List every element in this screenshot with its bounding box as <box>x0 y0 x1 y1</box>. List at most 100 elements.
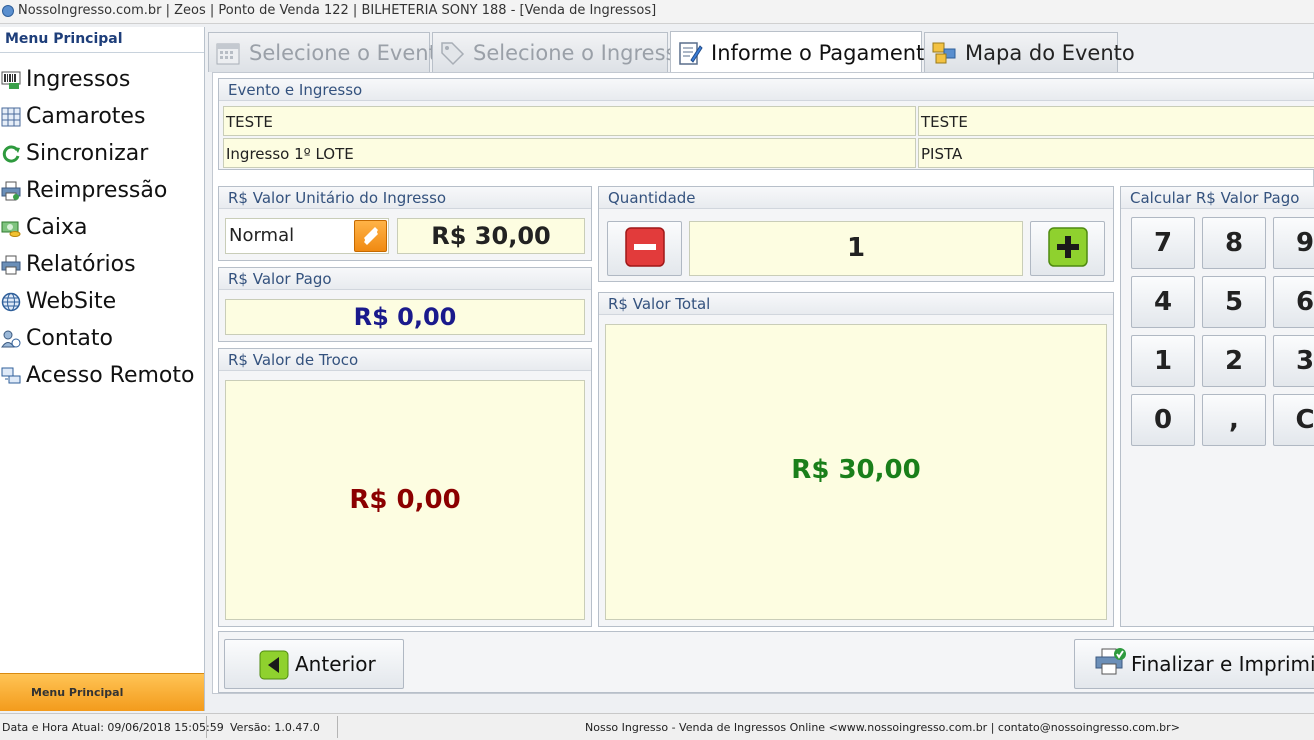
finalizar-imprimir-button[interactable]: Finalizar e Imprimir <box>1074 639 1314 689</box>
edit-document-icon <box>677 39 703 67</box>
sidebar-header: Menu Principal <box>0 27 204 53</box>
change-ticket-type-button[interactable] <box>354 220 387 252</box>
sidebar-item-label: Relatórios <box>26 252 136 277</box>
troco-amount: R$ 0,00 <box>349 485 461 515</box>
sync-icon <box>0 143 22 165</box>
cash-icon <box>0 217 22 239</box>
finalizar-label: Finalizar e Imprimir <box>1131 652 1314 676</box>
valor-unitario-group: R$ Valor Unitário do Ingresso Normal R$ … <box>218 186 592 261</box>
increase-quantity-button[interactable] <box>1030 221 1105 276</box>
keypad-key-6[interactable]: 6 <box>1273 276 1314 328</box>
keypad-key-8[interactable]: 8 <box>1202 217 1266 269</box>
sidebar-item-label: Caixa <box>26 215 88 240</box>
anterior-button[interactable]: Anterior <box>224 639 404 689</box>
group-title: R$ Valor de Troco <box>219 349 591 371</box>
group-title: Evento e Ingresso <box>219 79 1314 101</box>
sidebar-item-label: Reimpressão <box>26 178 168 203</box>
ticket-icon <box>0 69 22 91</box>
window-title-bar: NossoIngresso.com.br | Zeos | Ponto de V… <box>0 0 1314 24</box>
status-version: Versão: 1.0.47.0 <box>230 721 320 734</box>
ingresso-nome-field: Ingresso 1º LOTE <box>223 138 916 168</box>
ticket-orange-icon <box>360 223 382 249</box>
sidebar-item-label: Ingressos <box>26 67 131 92</box>
valor-pago-field[interactable]: R$ 0,00 <box>225 299 585 335</box>
sidebar-item-relatorios[interactable]: Relatórios <box>0 246 204 283</box>
app-globe-icon <box>2 5 14 17</box>
report-printer-icon <box>0 254 22 276</box>
valor-total-group: R$ Valor Total R$ 30,00 <box>598 292 1114 627</box>
sidebar-item-label: Sincronizar <box>26 141 149 166</box>
tab-selecione-evento[interactable]: Selecione o Evento <box>208 32 450 72</box>
keypad-key-5[interactable]: 5 <box>1202 276 1266 328</box>
group-title: R$ Valor Total <box>599 293 1113 315</box>
globe-icon <box>0 291 22 313</box>
action-bar: Anterior Finalizar e Imprimir <box>218 631 1314 693</box>
keypad-key-4[interactable]: 4 <box>1131 276 1195 328</box>
sidebar-item-reimpressao[interactable]: Reimpressão <box>0 172 204 209</box>
sidebar-item-camarotes[interactable]: Camarotes <box>0 98 204 135</box>
status-separator <box>206 716 207 738</box>
keypad-key-0[interactable]: 0 <box>1131 394 1195 446</box>
plus-icon <box>1047 226 1088 271</box>
grid-icon <box>0 106 22 128</box>
valor-total-amount: R$ 30,00 <box>791 455 921 485</box>
keypad-key-2[interactable]: 2 <box>1202 335 1266 387</box>
quantidade-group: Quantidade 1 <box>598 186 1114 282</box>
tab-label: Selecione o Evento <box>249 40 450 65</box>
keypad-key-comma[interactable]: , <box>1202 394 1266 446</box>
keypad-key-9[interactable]: 9 <box>1273 217 1314 269</box>
window-title: NossoIngresso.com.br | Zeos | Ponto de V… <box>18 3 657 18</box>
tab-label: Mapa do Evento <box>965 40 1135 65</box>
status-info: Nosso Ingresso - Venda de Ingressos Onli… <box>585 721 1180 734</box>
tab-selecione-ingresso[interactable]: Selecione o Ingresso <box>432 32 689 72</box>
ingresso-setor-field: PISTA <box>918 138 1314 168</box>
calendar-icon <box>215 39 241 67</box>
status-bar: Data e Hora Atual: 09/06/2018 15:05:59 V… <box>0 713 1314 740</box>
sidebar-item-label: Contato <box>26 326 113 351</box>
anterior-label: Anterior <box>295 652 376 676</box>
wizard-tabs: Selecione o Evento Selecione o Ingresso … <box>208 31 1135 74</box>
valor-unitario-field: R$ 30,00 <box>397 218 585 254</box>
sidebar-item-acesso-remoto[interactable]: Acesso Remoto <box>0 357 204 394</box>
printer-icon <box>0 180 22 202</box>
tab-label: Informe o Pagamento <box>711 40 938 65</box>
sidebar-item-label: WebSite <box>26 289 117 314</box>
tab-label: Selecione o Ingresso <box>473 40 690 65</box>
keypad-key-clear[interactable]: C <box>1273 394 1314 446</box>
contact-icon <box>0 328 22 350</box>
sidebar-item-website[interactable]: WebSite <box>0 283 204 320</box>
sidebar-item-contato[interactable]: Contato <box>0 320 204 357</box>
group-title: Quantidade <box>599 187 1113 209</box>
status-separator <box>337 716 338 738</box>
group-title: Calcular R$ Valor Pago <box>1121 187 1314 209</box>
tag-icon <box>439 39 465 67</box>
keypad-key-1[interactable]: 1 <box>1131 335 1195 387</box>
tab-mapa-evento[interactable]: Mapa do Evento <box>924 32 1135 72</box>
evento-local-field: TESTE <box>918 106 1314 136</box>
sidebar-item-label: Camarotes <box>26 104 146 129</box>
sidebar-item-ingressos[interactable]: Ingressos <box>0 61 204 98</box>
decrease-quantity-button[interactable] <box>607 221 682 276</box>
tab-informe-pagamento[interactable]: Informe o Pagamento <box>670 31 937 73</box>
keypad-key-7[interactable]: 7 <box>1131 217 1195 269</box>
sidebar: Menu Principal Ingressos Camarotes Sincr… <box>0 27 205 711</box>
back-arrow-icon <box>259 650 289 685</box>
evento-nome-field: TESTE <box>223 106 916 136</box>
status-datetime: Data e Hora Atual: 09/06/2018 15:05:59 <box>2 721 224 734</box>
evento-ingresso-group: Evento e Ingresso TESTE TESTE Ingresso 1… <box>218 78 1314 170</box>
group-title: R$ Valor Unitário do Ingresso <box>219 187 591 209</box>
sidebar-item-label: Acesso Remoto <box>26 363 195 388</box>
troco-group: R$ Valor de Troco R$ 0,00 <box>218 348 592 627</box>
sidebar-item-caixa[interactable]: Caixa <box>0 209 204 246</box>
valor-pago-group: R$ Valor Pago R$ 0,00 <box>218 267 592 342</box>
keypad-group: Calcular R$ Valor Pago 7 8 9 4 5 6 1 2 3… <box>1120 186 1314 627</box>
group-title: R$ Valor Pago <box>219 268 591 290</box>
minus-icon <box>624 226 665 271</box>
sidebar-footer-menu-button[interactable]: Menu Principal <box>0 673 204 711</box>
quantidade-field: 1 <box>689 221 1023 276</box>
keypad-key-3[interactable]: 3 <box>1273 335 1314 387</box>
map-icon <box>931 39 957 67</box>
payment-panel: Evento e Ingresso TESTE TESTE Ingresso 1… <box>212 72 1314 694</box>
print-check-icon <box>1093 646 1127 683</box>
sidebar-item-sincronizar[interactable]: Sincronizar <box>0 135 204 172</box>
